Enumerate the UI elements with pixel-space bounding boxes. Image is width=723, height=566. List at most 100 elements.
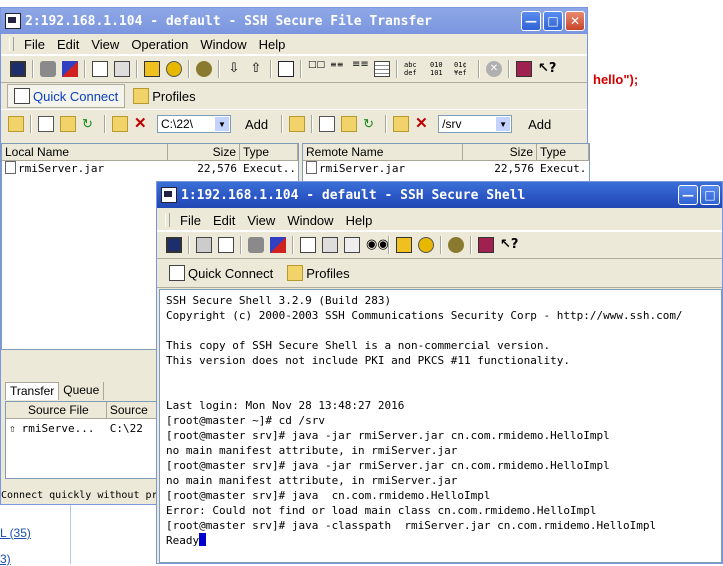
- menu-view[interactable]: View: [241, 213, 281, 228]
- chevron-down-icon[interactable]: ▼: [215, 117, 229, 131]
- settings-icon[interactable]: [418, 237, 434, 253]
- remote-path-value: /srv: [442, 117, 462, 131]
- details-icon[interactable]: [374, 61, 390, 77]
- local-col-type[interactable]: Type: [240, 144, 298, 160]
- remote-col-name[interactable]: Remote Name: [303, 144, 463, 160]
- minimize-button[interactable]: —: [678, 185, 698, 205]
- paste-icon[interactable]: [322, 237, 338, 253]
- menu-view[interactable]: View: [85, 37, 125, 52]
- binary-mode-icon[interactable]: 010 101: [430, 61, 448, 77]
- transfer-col-source-file[interactable]: Source File: [6, 402, 107, 418]
- terminal-output[interactable]: SSH Secure Shell 3.2.9 (Build 283) Copyri…: [159, 289, 722, 563]
- connect-icon[interactable]: [40, 61, 56, 77]
- local-col-size[interactable]: Size: [168, 144, 240, 160]
- remote-add-button[interactable]: Add: [528, 117, 551, 132]
- whats-this-icon[interactable]: ↖?: [500, 237, 518, 253]
- maximize-button[interactable]: □: [700, 185, 720, 205]
- disconnect-icon[interactable]: [62, 61, 78, 77]
- menu-file[interactable]: File: [174, 213, 207, 228]
- large-icons-icon[interactable]: □□: [308, 61, 325, 77]
- copy-icon[interactable]: [300, 237, 316, 253]
- list-icon[interactable]: ≡≡: [352, 60, 369, 77]
- remote-folder-up-icon[interactable]: [289, 116, 306, 132]
- profiles-button[interactable]: Profiles: [281, 262, 355, 284]
- connect-icon[interactable]: [248, 237, 264, 253]
- local-add-button[interactable]: Add: [245, 117, 268, 132]
- remote-delete-icon[interactable]: ✕: [415, 116, 431, 132]
- upload-icon[interactable]: ⇧: [248, 61, 264, 77]
- remote-refresh-icon[interactable]: ↻: [363, 116, 379, 132]
- table-row[interactable]: ⇧ rmiServe... C:\22: [6, 419, 166, 439]
- quick-connect-button[interactable]: Quick Connect: [163, 262, 279, 284]
- quick-connect-button[interactable]: Quick Connect: [7, 84, 126, 108]
- table-row[interactable]: rmiServer.jar 22,576 Execut.: [303, 161, 589, 176]
- chevron-down-icon[interactable]: ▼: [496, 117, 511, 131]
- menu-edit[interactable]: Edit: [51, 37, 85, 52]
- print-preview-icon[interactable]: [218, 237, 234, 253]
- remote-col-size[interactable]: Size: [463, 144, 537, 160]
- help-book-icon[interactable]: [478, 237, 494, 253]
- local-path-combo[interactable]: C:\22\ ▼: [157, 115, 231, 133]
- find-icon[interactable]: [396, 237, 412, 253]
- local-refresh-icon[interactable]: ↻: [82, 116, 98, 132]
- auto-mode-icon[interactable]: 01¢ ¥ef: [454, 61, 472, 77]
- local-delete-icon[interactable]: ✕: [134, 116, 150, 132]
- menu-window[interactable]: Window: [194, 37, 252, 52]
- settings-icon[interactable]: [166, 61, 182, 77]
- disconnect-icon[interactable]: [270, 237, 286, 253]
- find-icon[interactable]: [144, 61, 160, 77]
- terminal-line: Error: Could not find or load main class…: [166, 504, 597, 517]
- background-link-1[interactable]: L (35): [0, 526, 31, 540]
- local-parent-folder-icon[interactable]: [60, 116, 76, 132]
- save-icon[interactable]: [10, 61, 26, 77]
- remote-list-header: Remote Name Size Type: [303, 144, 589, 161]
- local-folder-up-icon[interactable]: [8, 116, 24, 132]
- download-icon[interactable]: ⇩: [226, 61, 242, 77]
- profiles-button[interactable]: Profiles: [127, 85, 201, 107]
- table-row[interactable]: rmiServer.jar 22,576 Execut...: [2, 161, 298, 176]
- gear-icon[interactable]: [196, 61, 212, 77]
- quick-connect-label: Quick Connect: [33, 88, 119, 104]
- local-col-name[interactable]: Local Name: [2, 144, 168, 160]
- ascii-mode-icon[interactable]: abc def: [404, 61, 424, 77]
- whats-this-icon[interactable]: ↖?: [538, 61, 556, 77]
- tab-queue[interactable]: Queue: [59, 382, 105, 400]
- menu-edit[interactable]: Edit: [207, 213, 241, 228]
- remote-file-type: Execut.: [540, 162, 587, 175]
- stop-icon[interactable]: ✕: [486, 61, 502, 77]
- ssh-titlebar[interactable]: 1:192.168.1.104 - default - SSH Secure S…: [157, 182, 722, 208]
- help-book-icon[interactable]: [516, 61, 532, 77]
- local-new-folder-icon[interactable]: [112, 116, 128, 132]
- menu-help[interactable]: Help: [253, 37, 292, 52]
- minimize-button[interactable]: —: [521, 11, 541, 31]
- local-home-icon[interactable]: [38, 116, 54, 132]
- remote-new-folder-icon[interactable]: [393, 116, 410, 132]
- remote-home-icon[interactable]: [319, 116, 336, 132]
- sftp-titlebar[interactable]: 2:192.168.1.104 - default - SSH Secure F…: [1, 8, 587, 34]
- print-icon[interactable]: [196, 237, 212, 253]
- find-binoculars-icon[interactable]: ◉◉: [366, 237, 389, 253]
- terminal-icon[interactable]: [278, 61, 294, 77]
- paste-icon[interactable]: [114, 61, 130, 77]
- small-icons-icon[interactable]: ≡≡: [330, 61, 346, 77]
- folder-icon: [287, 265, 304, 281]
- menu-help[interactable]: Help: [340, 213, 379, 228]
- ssh-toolbar: ◉◉ ↖?: [157, 231, 722, 259]
- transfer-list[interactable]: Source File Source ⇧ rmiServe... C:\22: [5, 401, 167, 479]
- menu-window[interactable]: Window: [281, 213, 339, 228]
- close-button[interactable]: ✕: [565, 11, 585, 31]
- remote-path-combo[interactable]: /srv ▼: [438, 115, 513, 133]
- tab-transfer[interactable]: Transfer: [5, 382, 60, 400]
- copy-icon[interactable]: [92, 61, 108, 77]
- menu-operation[interactable]: Operation: [125, 37, 194, 52]
- transfer-header: Source File Source: [6, 402, 166, 419]
- gear-icon[interactable]: [448, 237, 464, 253]
- file-icon: [5, 161, 16, 174]
- remote-col-type[interactable]: Type: [537, 144, 589, 160]
- remote-parent-folder-icon[interactable]: [341, 116, 358, 132]
- save-icon[interactable]: [166, 237, 182, 253]
- menu-file[interactable]: File: [18, 37, 51, 52]
- paste-special-icon[interactable]: [344, 237, 360, 253]
- maximize-button[interactable]: □: [543, 11, 563, 31]
- sftp-app-icon: [5, 13, 21, 29]
